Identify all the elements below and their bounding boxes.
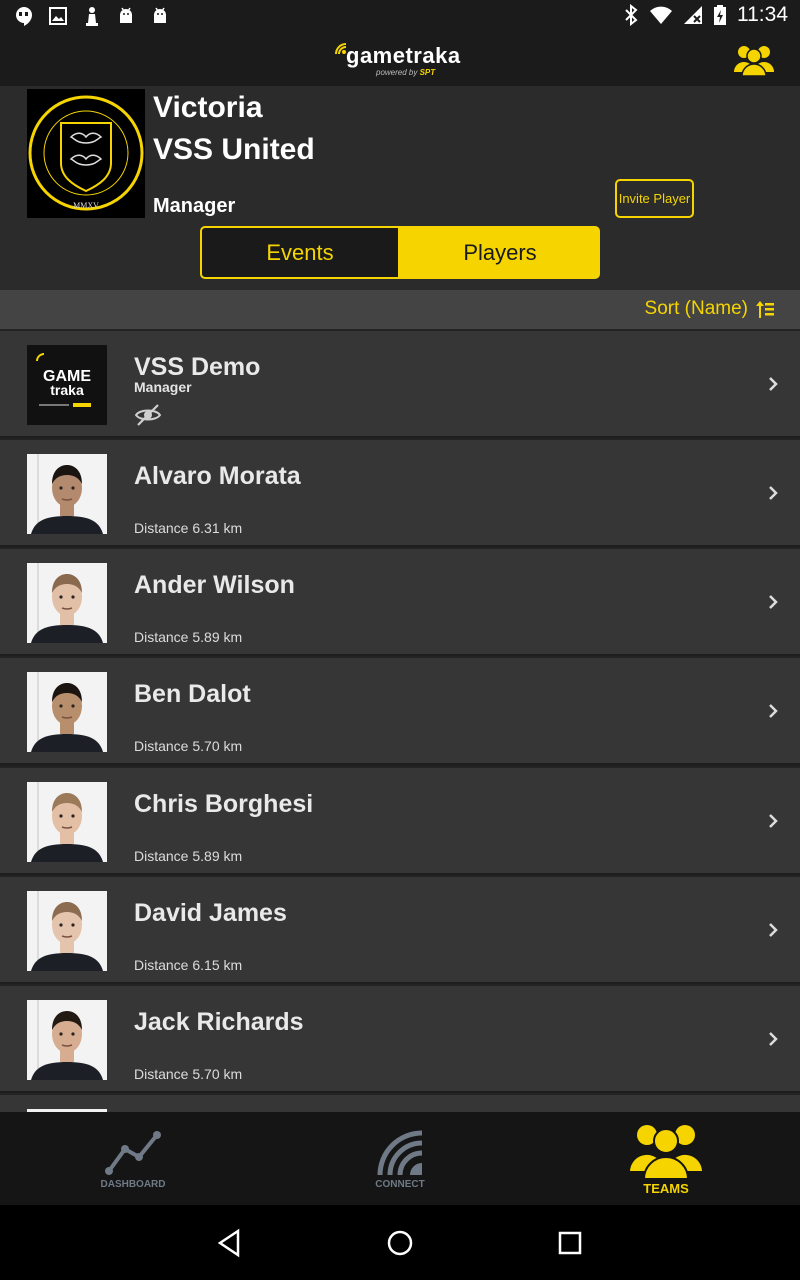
player-row[interactable]: Alvaro Morata Distance 6.31 km xyxy=(0,438,800,545)
app-bar: gametraka powered by SPT xyxy=(0,32,800,86)
brand-subtitle: powered by SPT xyxy=(376,68,436,77)
chevron-right-icon xyxy=(769,1032,778,1046)
gametraka-logo: gametraka powered by SPT xyxy=(334,40,466,80)
tab-events[interactable]: Events xyxy=(200,226,400,279)
sort-label: Sort (Name) xyxy=(644,298,748,319)
player-distance: Distance 6.31 km xyxy=(134,520,243,536)
notification-icons xyxy=(14,5,170,27)
player-distance: Distance 5.70 km xyxy=(134,1066,243,1082)
chevron-right-icon xyxy=(769,486,778,500)
nav-teams[interactable]: TEAMS xyxy=(616,1112,716,1205)
player-photo xyxy=(27,782,107,862)
view-tabs: Events Players xyxy=(200,226,600,279)
bottom-navigation: DASHBOARD CONNECT TEAMS xyxy=(0,1112,800,1205)
home-icon[interactable] xyxy=(384,1227,416,1259)
nav-teams-label: TEAMS xyxy=(643,1181,689,1196)
player-list: GAME traka VSS Demo Manager Alvaro Morat… xyxy=(0,329,800,1112)
chevron-right-icon xyxy=(769,595,778,609)
nav-connect[interactable]: CONNECT xyxy=(350,1112,450,1205)
chevron-right-icon xyxy=(769,814,778,828)
player-distance: Distance 6.15 km xyxy=(134,957,243,973)
player-distance: Distance 5.89 km xyxy=(134,629,243,645)
logo-tile-line2: traka xyxy=(50,382,84,398)
teams-menu-icon[interactable] xyxy=(734,42,774,77)
player-name: Jack Richards xyxy=(134,1008,304,1036)
player-name: VSS Demo xyxy=(134,353,261,381)
recents-icon[interactable] xyxy=(554,1227,586,1259)
dashboard-chart-icon xyxy=(105,1131,161,1175)
player-name: Ander Wilson xyxy=(134,571,295,599)
player-photo xyxy=(27,672,107,752)
player-name: Alvaro Morata xyxy=(134,462,301,490)
system-navigation xyxy=(0,1205,800,1280)
player-name: David James xyxy=(134,899,287,927)
signal-icon xyxy=(684,6,702,24)
brand-name: gametraka xyxy=(346,43,461,68)
team-role: Manager xyxy=(153,195,236,217)
image-icon xyxy=(48,5,68,27)
chess-piece-icon xyxy=(82,5,102,27)
sort-button[interactable]: Sort (Name) xyxy=(645,298,774,320)
player-row[interactable]: Chris Borghesi Distance 5.89 km xyxy=(0,766,800,873)
chevron-right-icon xyxy=(769,377,778,391)
team-first-line: Victoria xyxy=(153,91,263,124)
player-name: Ben Dalot xyxy=(134,680,251,708)
invite-player-button[interactable]: Invite Player xyxy=(615,179,694,218)
android-icon-2 xyxy=(150,5,170,27)
player-row[interactable]: David James Distance 6.15 km xyxy=(0,875,800,982)
teams-people-icon xyxy=(630,1125,702,1179)
player-photo xyxy=(27,563,107,643)
nav-dashboard-label: DASHBOARD xyxy=(100,1179,166,1190)
connect-signal-icon xyxy=(377,1130,423,1176)
player-logo-avatar: GAME traka xyxy=(27,345,107,425)
team-name: VSS United xyxy=(153,133,315,166)
nav-connect-label: CONNECT xyxy=(375,1179,425,1190)
chevron-right-icon xyxy=(769,923,778,937)
tab-players[interactable]: Players xyxy=(400,226,600,279)
team-header: MMXV Victoria VSS United Manager Invite … xyxy=(0,86,800,290)
back-icon[interactable] xyxy=(214,1227,246,1259)
battery-charging-icon xyxy=(714,5,726,25)
player-row-partial[interactable] xyxy=(0,1093,800,1112)
player-row[interactable]: Jack Richards Distance 5.70 km xyxy=(0,984,800,1091)
status-time: 11:34 xyxy=(737,3,788,26)
bluetooth-icon xyxy=(625,4,638,26)
player-name: Chris Borghesi xyxy=(134,790,314,818)
chevron-right-icon xyxy=(769,704,778,718)
player-row[interactable]: GAME traka VSS Demo Manager xyxy=(0,329,800,436)
player-photo xyxy=(27,1000,107,1080)
nav-dashboard[interactable]: DASHBOARD xyxy=(83,1112,183,1205)
player-photo xyxy=(27,891,107,971)
team-crest: MMXV xyxy=(27,89,145,218)
player-distance: Distance 5.70 km xyxy=(134,738,243,754)
player-role: Manager xyxy=(134,379,192,395)
player-distance: Distance 5.89 km xyxy=(134,848,243,864)
system-status: 11:34 xyxy=(623,3,788,27)
hangouts-icon xyxy=(14,5,34,27)
hidden-eye-icon[interactable] xyxy=(134,403,162,427)
player-photo xyxy=(27,454,107,534)
sort-bar: Sort (Name) xyxy=(0,290,800,329)
wifi-icon xyxy=(650,6,672,24)
sort-ascending-icon xyxy=(756,301,774,318)
player-row[interactable]: Ander Wilson Distance 5.89 km xyxy=(0,547,800,654)
crest-motto: MMXV xyxy=(73,201,99,210)
player-row[interactable]: Ben Dalot Distance 5.70 km xyxy=(0,656,800,763)
android-icon xyxy=(116,5,136,27)
status-bar: 11:34 xyxy=(0,0,800,32)
